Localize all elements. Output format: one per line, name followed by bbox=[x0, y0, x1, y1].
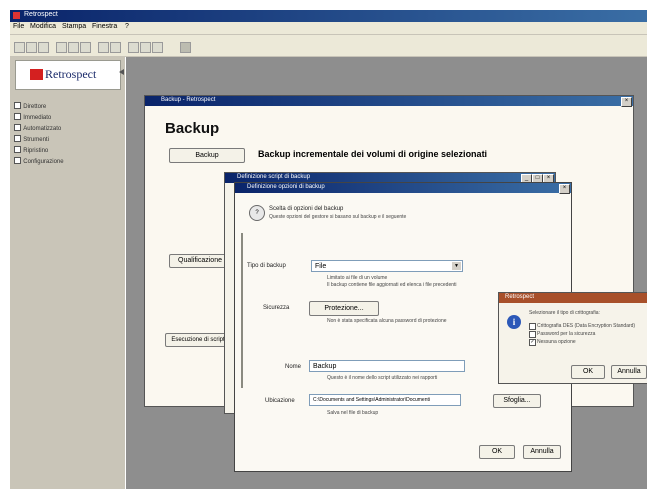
menu-file[interactable]: File bbox=[13, 23, 24, 30]
backup-type-note1: Limitato ai file di un volume bbox=[327, 275, 388, 281]
backup-type-value: File bbox=[315, 263, 327, 270]
close-icon[interactable]: × bbox=[621, 97, 632, 107]
security-note: Non è stata specificata alcuna password … bbox=[327, 318, 447, 324]
backup-button[interactable]: Backup bbox=[169, 148, 245, 163]
sidebar-item-label: Configurazione bbox=[23, 159, 64, 165]
backup-type-select[interactable]: File ▼ bbox=[311, 260, 463, 272]
menu-help[interactable]: ? bbox=[125, 23, 129, 30]
toolbar-cut-icon[interactable] bbox=[56, 42, 67, 53]
sidebar-item-label: Direttore bbox=[23, 104, 47, 110]
qualification-button[interactable]: Qualificazione bbox=[169, 254, 231, 268]
toolbar-undo-icon[interactable] bbox=[98, 42, 109, 53]
toolbar-paste-icon[interactable] bbox=[80, 42, 91, 53]
browse-button[interactable]: Sfoglia... bbox=[493, 394, 541, 408]
options-intro-line1: Scelta di opzioni del backup bbox=[269, 206, 344, 212]
encryption-ok-button[interactable]: OK bbox=[571, 365, 605, 379]
location-label: Ubicazione bbox=[265, 398, 295, 404]
sidebar-item-strumenti[interactable]: Strumenti bbox=[14, 134, 49, 143]
backup-type-note2: Il backup contiene file aggiornati ed el… bbox=[327, 282, 457, 288]
expand-icon bbox=[14, 102, 21, 110]
password-label: Password per la sicurezza bbox=[537, 331, 596, 337]
toolbar-properties-icon[interactable] bbox=[140, 42, 151, 53]
toolbar-save-icon[interactable] bbox=[38, 42, 49, 53]
sidebar-item-automatizzato[interactable]: Automatizzato bbox=[14, 123, 61, 132]
script-window-title: Definizione script di backup bbox=[237, 174, 311, 180]
menu-bar: File Modifica Stampa Finestra ? bbox=[10, 22, 647, 35]
menu-window[interactable]: Finestra bbox=[92, 23, 117, 30]
toolbar-open-icon[interactable] bbox=[26, 42, 37, 53]
location-note: Salva nel file di backup bbox=[327, 410, 379, 416]
encryption-dialog: Retrospect i Selezionare il tipo di crit… bbox=[498, 292, 647, 384]
backup-window-title: Backup - Retrospect bbox=[161, 97, 216, 103]
options-dialog-title-bar: Definizione opzioni di backup × bbox=[235, 183, 571, 194]
sidebar: Retrospect Direttore Immediato Automatiz… bbox=[10, 57, 125, 489]
toolbar-copy-icon[interactable] bbox=[68, 42, 79, 53]
expand-icon bbox=[14, 113, 21, 121]
menu-edit[interactable]: Modifica bbox=[30, 23, 56, 30]
logo-icon bbox=[30, 69, 43, 80]
options-intro-line2: Queste opzioni del gestore si basano sul… bbox=[269, 214, 407, 220]
sidebar-item-direttore[interactable]: Direttore bbox=[14, 101, 46, 110]
toolbar-redo-icon[interactable] bbox=[110, 42, 121, 53]
app-icon bbox=[13, 12, 20, 19]
chevron-down-icon[interactable]: ▼ bbox=[452, 262, 461, 270]
no-option-label: Nessuna opzione bbox=[537, 339, 576, 345]
options-dialog-title: Definizione opzioni di backup bbox=[247, 184, 325, 190]
sidebar-item-configurazione[interactable]: Configurazione bbox=[14, 156, 64, 165]
name-label: Nome bbox=[285, 364, 302, 370]
encryption-dialog-title: Retrospect bbox=[505, 294, 535, 300]
toolbar-grid-icon[interactable] bbox=[180, 42, 191, 53]
ok-button[interactable]: OK bbox=[479, 445, 515, 459]
backup-description: Backup incrementale dei volumi di origin… bbox=[258, 149, 488, 159]
protection-button[interactable]: Protezione... bbox=[309, 301, 379, 316]
toolbar-new-icon[interactable] bbox=[14, 42, 25, 53]
logo-panel: Retrospect bbox=[15, 60, 121, 90]
security-label: Sicurezza bbox=[263, 305, 290, 311]
cancel-button[interactable]: Annulla bbox=[523, 445, 561, 459]
script-run-button[interactable]: Esecuzione di script bbox=[165, 333, 231, 347]
app-title: Retrospect bbox=[24, 11, 58, 18]
backup-window-title-bar: Backup - Retrospect × bbox=[145, 96, 633, 107]
app-title-bar: Retrospect bbox=[10, 10, 647, 22]
des-encryption-checkbox[interactable] bbox=[529, 323, 536, 330]
encryption-prompt: Selezionare il tipo di crittografia: bbox=[529, 310, 600, 316]
name-input[interactable]: Backup bbox=[309, 360, 465, 372]
menu-print[interactable]: Stampa bbox=[62, 23, 86, 30]
expand-icon bbox=[14, 135, 21, 143]
close-icon[interactable]: × bbox=[559, 184, 570, 194]
sidebar-item-label: Strumenti bbox=[23, 137, 49, 143]
encryption-dialog-title-bar: Retrospect bbox=[499, 293, 647, 303]
options-info-icon: ? bbox=[249, 205, 265, 221]
backup-type-label: Tipo di backup bbox=[247, 263, 286, 269]
no-option-checkbox[interactable]: ✓ bbox=[529, 339, 536, 346]
location-input[interactable]: C:\Documents and Settings\Administrator\… bbox=[309, 394, 461, 406]
toolbar-print-icon[interactable] bbox=[128, 42, 139, 53]
expand-icon bbox=[14, 157, 21, 165]
sidebar-item-label: Immediato bbox=[23, 115, 52, 121]
sidebar-item-ripristino[interactable]: Ripristino bbox=[14, 145, 48, 154]
sidebar-item-immediato[interactable]: Immediato bbox=[14, 112, 51, 121]
divider bbox=[241, 233, 243, 388]
expand-icon bbox=[14, 124, 21, 132]
toolbar-help-icon[interactable] bbox=[152, 42, 163, 53]
page-title: Backup bbox=[165, 120, 220, 137]
expand-icon bbox=[14, 146, 21, 154]
sidebar-item-label: Ripristino bbox=[23, 148, 49, 154]
name-note: Questo è il nome dello script utilizzato… bbox=[327, 375, 438, 381]
sidebar-item-label: Automatizzato bbox=[23, 126, 62, 132]
password-checkbox[interactable] bbox=[529, 331, 536, 338]
logo-text: Retrospect bbox=[45, 67, 97, 81]
info-icon: i bbox=[507, 315, 521, 329]
des-encryption-label: Crittografia DES (Data Encryption Standa… bbox=[537, 323, 636, 329]
encryption-cancel-button[interactable]: Annulla bbox=[611, 365, 647, 379]
